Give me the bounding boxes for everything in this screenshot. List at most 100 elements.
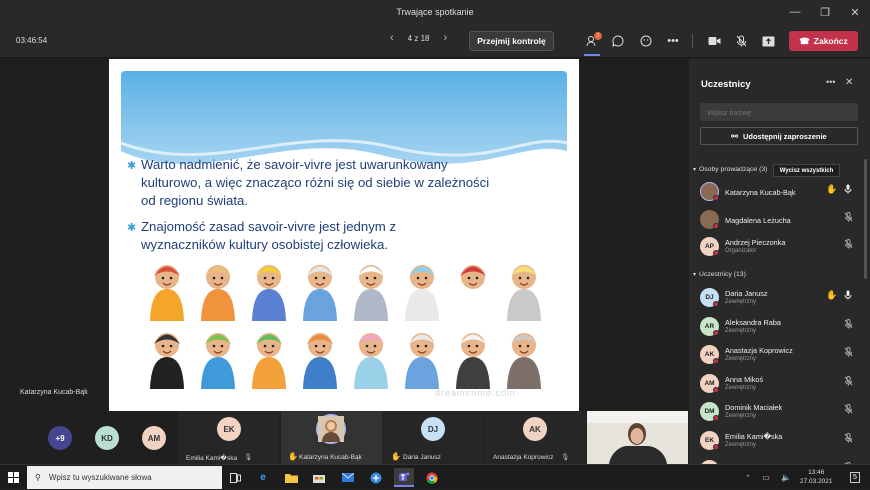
slide-pager: ‹ 4 z 18 › xyxy=(390,32,447,44)
camera-icon[interactable] xyxy=(704,31,724,51)
taskbar-search-placeholder: Wpisz tu wyszukiwane słowa xyxy=(48,473,152,482)
video-tile[interactable]: ✋ Katarzyna Kucab-Bąk xyxy=(281,411,382,464)
participant-row[interactable]: Katarzyna Kucab-Bąk ✋ xyxy=(700,180,860,206)
toolbar-divider xyxy=(692,34,693,48)
share-invite-button[interactable]: ⚯ Udostępnij zaproszenie xyxy=(700,127,858,145)
participants-icon[interactable]: 2 xyxy=(582,31,602,51)
slide-bullet: ✱ Warto nadmienić, że savoir-vivre jest … xyxy=(127,156,499,210)
attendees-section-label: Uczestnicy (13) xyxy=(699,271,746,278)
video-tile[interactable]: AK Anastazja Koprowicz 🎙 xyxy=(485,411,586,464)
mic-muted-icon[interactable] xyxy=(844,433,853,445)
participants-badge: 2 xyxy=(594,32,602,40)
cartoon-person xyxy=(405,265,439,321)
participant-role: Zewnętrzny xyxy=(725,413,757,420)
maximize-icon[interactable]: ❐ xyxy=(810,0,840,24)
participant-role: Zewnętrzny xyxy=(725,356,757,363)
raised-hand-icon: ✋ xyxy=(391,452,401,461)
app-icon[interactable] xyxy=(366,468,386,487)
avatar[interactable]: AM xyxy=(142,426,166,450)
raised-hand-icon: ✋ xyxy=(826,290,838,300)
mic-muted-icon[interactable] xyxy=(844,375,853,388)
more-options-icon[interactable]: ••• xyxy=(663,31,683,51)
mic-muted-icon[interactable] xyxy=(844,347,853,359)
notification-count: 5 xyxy=(850,472,860,483)
participant-role: Zewnętrzny xyxy=(725,442,757,448)
take-control-button[interactable]: Przejmij kontrolę xyxy=(469,31,554,51)
video-tile-name: Emilia Kami�ska xyxy=(186,455,238,462)
system-clock[interactable]: 13:46 27.03.2021 xyxy=(800,468,833,486)
mute-all-button[interactable]: Wycisz wszystkich xyxy=(773,164,840,177)
panel-scrollbar[interactable] xyxy=(864,159,867,279)
prev-slide-icon[interactable]: ‹ xyxy=(390,32,394,44)
presence-status-icon xyxy=(713,329,719,336)
file-explorer-icon[interactable] xyxy=(281,468,301,487)
participant-row[interactable]: Magdalena Leżucha xyxy=(700,208,860,234)
cartoon-person xyxy=(150,333,184,389)
next-slide-icon[interactable]: › xyxy=(443,32,447,44)
reactions-icon[interactable] xyxy=(636,31,656,51)
chat-icon[interactable] xyxy=(608,31,628,51)
cartoon-people-illustration xyxy=(150,265,541,389)
mic-muted-icon[interactable] xyxy=(731,31,751,51)
title-bar: Trwające spotkanie — ❐ ✕ xyxy=(0,0,870,24)
chevron-up-icon[interactable]: ⌃ xyxy=(738,468,758,487)
participant-row[interactable]: AR Aleksandra Raba Zewnętrzny xyxy=(700,315,860,341)
participant-search-input[interactable] xyxy=(700,103,858,121)
chrome-icon[interactable] xyxy=(422,468,442,487)
store-icon[interactable] xyxy=(309,468,329,487)
volume-icon[interactable]: 🔈 xyxy=(776,468,796,487)
close-panel-icon[interactable]: ✕ xyxy=(845,77,853,88)
raised-hand-icon: ✋ xyxy=(826,184,838,194)
mic-icon[interactable] xyxy=(844,290,852,302)
presence-status-icon xyxy=(713,250,719,256)
participant-video-strip: +9 KD AM EK Emilia Kami�ska 🎙 ✋ Katarzyn… xyxy=(0,411,689,464)
participant-row[interactable]: AM Anna Mikoś Zewnętrzny xyxy=(700,372,860,398)
attendees-section-header[interactable]: ▾ Uczestnicy (13) xyxy=(693,271,746,278)
minimize-icon[interactable]: — xyxy=(780,0,810,24)
mic-muted-icon[interactable] xyxy=(844,239,853,251)
network-icon[interactable]: ▭ xyxy=(756,468,776,487)
participant-name: Anastazja Koprowicz xyxy=(725,346,793,356)
clock-date: 27.03.2021 xyxy=(800,478,833,485)
overflow-count-avatar[interactable]: +9 xyxy=(48,426,72,450)
participants-panel: Uczestnicy ••• ✕ ⚯ Udostępnij zaproszeni… xyxy=(689,59,870,479)
taskbar-search-box[interactable]: ⚲ Wpisz tu wyszukiwane słowa xyxy=(27,466,222,489)
mic-muted-icon[interactable] xyxy=(844,404,853,416)
shared-content-stage: ✱ Warto nadmienić, że savoir-vivre jest … xyxy=(0,59,689,411)
avatar[interactable]: KD xyxy=(95,426,119,450)
mail-icon[interactable] xyxy=(338,468,358,487)
participant-row[interactable]: AK Anastazja Koprowicz Zewnętrzny xyxy=(700,343,860,369)
video-tile-name: Katarzyna Kucab-Bąk xyxy=(299,454,362,461)
participant-row[interactable]: EK Emilia Kami�ska Zewnętrzny xyxy=(700,429,860,455)
presence-status-icon xyxy=(713,386,719,393)
participant-name: Anna Mikoś xyxy=(725,374,764,384)
notifications-icon[interactable]: 5 xyxy=(845,468,865,487)
participant-row[interactable]: DM Dominik Maciałek Zewnętrzny xyxy=(700,400,860,426)
task-view-icon[interactable] xyxy=(225,468,245,487)
cartoon-person xyxy=(507,265,541,321)
participant-row[interactable]: AP Andrzej Pieczonka Organizator xyxy=(700,235,860,261)
more-options-icon[interactable]: ••• xyxy=(826,77,835,87)
video-tile[interactable]: DJ ✋ Daria Janusz xyxy=(383,411,484,464)
cartoon-person xyxy=(507,333,541,389)
mic-muted-icon[interactable] xyxy=(844,318,853,331)
mic-muted-icon[interactable] xyxy=(844,211,853,224)
video-tile[interactable]: EK Emilia Kami�ska 🎙 xyxy=(178,411,279,464)
participant-row[interactable]: DJ Daria Janusz Zewnętrzny ✋ xyxy=(700,286,860,312)
start-button[interactable] xyxy=(0,465,26,490)
teams-icon[interactable] xyxy=(394,468,414,487)
search-icon: ⚲ xyxy=(35,473,41,482)
window-controls: — ❐ ✕ xyxy=(780,0,870,24)
presenters-section-header[interactable]: ▾ Osoby prowadzące (3) xyxy=(693,166,767,173)
self-video-preview[interactable] xyxy=(587,411,688,464)
end-call-button[interactable]: ☎ Zakończ xyxy=(789,31,858,51)
close-window-icon[interactable]: ✕ xyxy=(840,0,870,24)
participant-name: Magdalena Leżucha xyxy=(725,215,791,225)
mic-icon[interactable] xyxy=(844,184,852,196)
share-link-icon: ⚯ xyxy=(731,131,738,141)
participant-name: Aleksandra Raba xyxy=(725,317,781,327)
stock-watermark: dreamstime.com xyxy=(435,388,516,398)
mic-muted-icon: 🎙 xyxy=(244,454,253,461)
edge-browser-icon[interactable]: e xyxy=(253,468,273,487)
share-screen-icon[interactable] xyxy=(758,31,778,51)
